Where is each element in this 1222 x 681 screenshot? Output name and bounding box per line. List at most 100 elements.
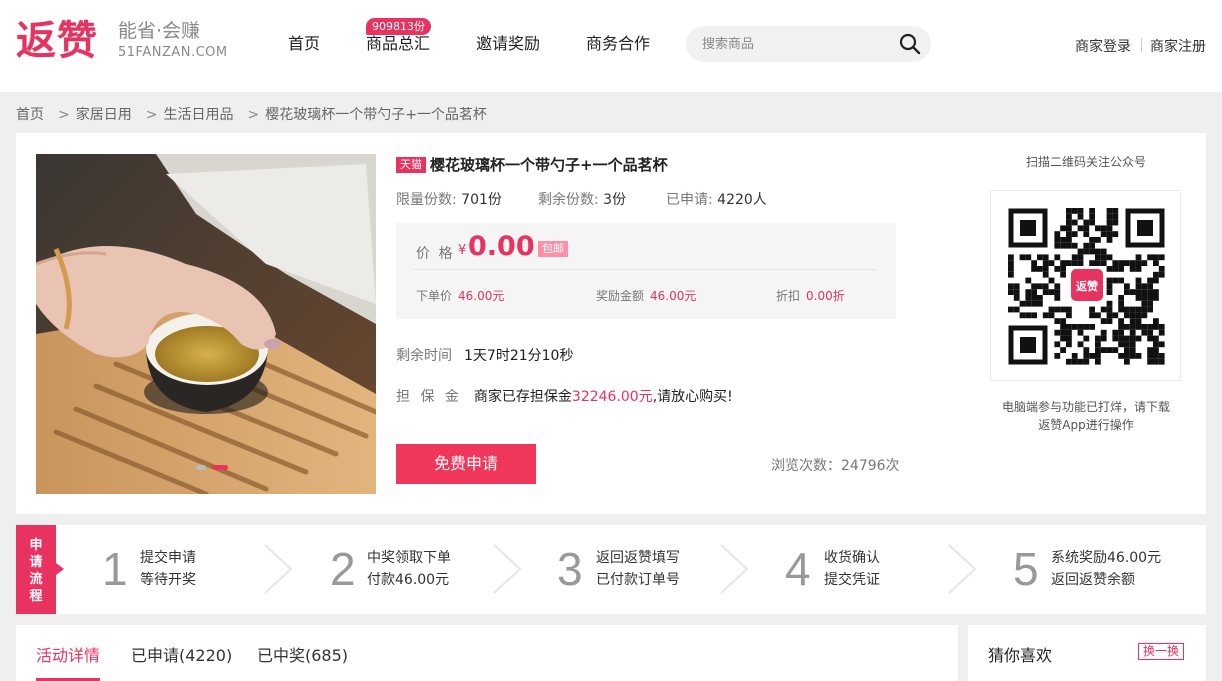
deposit-row: 担 保 金商家已存担保金32246.00元,请放心购买! [396,386,733,406]
discount-label: 折扣 [776,289,801,303]
qr-code: 返赞 [990,190,1181,381]
step-line2: 提交凭证 [824,572,880,588]
step-number: 3 [557,543,583,595]
step-line2: 已付款订单号 [596,572,680,588]
deposit-prefix: 商家已存担保金 [473,389,572,405]
reward-amount: 奖励金额 46.00元 [596,287,696,304]
step-line2: 等待开奖 [140,572,196,588]
step-number: 5 [1013,543,1039,595]
breadcrumb-home[interactable]: 首页 [16,107,44,123]
deposit-label: 担 保 金 [396,389,462,405]
process-tag-char: 程 [29,589,43,604]
step-line1: 提交申请 [140,550,196,566]
time-remaining-label: 剩余时间 [396,348,452,364]
reward-label: 奖励金额 [596,289,645,303]
search-box [686,26,931,62]
header-divider [1141,38,1142,52]
nav-products[interactable]: 商品总汇 [366,33,430,55]
remain-stat: 剩余份数: 3份 [538,189,626,209]
time-remaining-row: 剩余时间 1天7时21分10秒 [396,345,573,365]
breadcrumb: 首页 > 家居日用 > 生活日用品 > 樱花玻璃杯一个带勺子+一个品茗杯 [16,106,493,124]
reward-value: 46.00元 [650,289,697,303]
limit-label: 限量份数: [396,192,457,208]
applied-stat: 已申请: 4220人 [666,189,767,209]
chevron-right-icon [264,544,293,594]
process-tag-char: 申 [29,538,43,553]
price-currency: ¥ [458,243,467,258]
product-image[interactable] [36,154,376,494]
chevron-right-icon [948,544,977,594]
step-line1: 收货确认 [824,550,880,566]
qr-logo-text: 返赞 [1076,279,1098,293]
product-title-row: 天猫 樱花玻璃杯一个带勺子+一个品茗杯 [396,154,668,178]
qr-code-image: 返赞 [1008,208,1165,365]
nav-home[interactable]: 首页 [288,33,320,55]
apply-free-button[interactable]: 免费申请 [396,444,536,484]
process-tag-char: 请 [29,555,43,570]
step-text: 中奖领取下单 付款46.00元 [367,547,451,591]
step-line1: 中奖领取下单 [367,550,451,566]
time-remaining-value: 1天7时21分10秒 [464,348,574,364]
process-tag-char: 流 [29,572,43,587]
qr-note-line2: 返赞App进行操作 [1038,418,1134,432]
view-count: 浏览次数：24796次 [771,458,900,474]
search-icon[interactable] [898,32,922,56]
logo-mark[interactable]: 返赞 [16,18,98,64]
step-text: 提交申请 等待开奖 [140,547,196,591]
breadcrumb-subcategory[interactable]: 生活日用品 [163,107,233,123]
qr-title: 扫描二维码关注公众号 [1025,155,1146,169]
merchant-register-link[interactable]: 商家注册 [1150,36,1206,56]
price-value: 0.00 [468,231,535,262]
product-photo [36,154,376,494]
price-divider [414,269,876,270]
remain-value: 3份 [603,192,627,208]
process-tag: 申 请 流 程 [16,525,56,614]
step-line1: 系统奖励46.00元 [1051,550,1162,566]
step-number: 4 [785,543,811,595]
limit-stat: 限量份数: 701份 [396,189,502,209]
tab-activity-details[interactable]: 活动详情 [36,642,100,666]
step-text: 收货确认 提交凭证 [824,547,880,591]
order-price-value: 46.00元 [458,289,505,303]
order-price-label: 下单价 [416,289,453,303]
remain-label: 剩余份数: [538,192,599,208]
step-number: 1 [102,543,128,595]
logo-slogan: 能省·会赚 [118,20,201,42]
merchant-login-link[interactable]: 商家登录 [1075,36,1131,56]
nav-invite-rewards[interactable]: 邀请奖励 [476,33,540,55]
qr-note-line1: 电脑端参与功能已打烊，请下载 [1001,400,1170,414]
deposit-amount: 32246.00元 [571,389,653,405]
product-panel: 天猫 樱花玻璃杯一个带勺子+一个品茗杯 限量份数: 701份 剩余份数: 3份 已… [16,133,1206,514]
search-input[interactable] [702,34,892,54]
refresh-recommendations-button[interactable]: 换一换 [1138,643,1185,660]
breadcrumb-separator: > [58,107,70,123]
logo-domain: 51FANZAN.COM [118,45,228,60]
platform-tag: 天猫 [396,157,426,173]
step-line1: 返回返赞填写 [596,550,680,566]
carousel-dot-active[interactable] [212,465,228,470]
recommendations-title: 猜你喜欢 [988,646,1053,665]
discount-value: 0.00折 [806,289,845,303]
chevron-right-icon [720,544,749,594]
applied-value: 4220人 [717,192,767,208]
free-shipping-badge: 包邮 [538,241,568,257]
tab-applied[interactable]: 已申请(4220) [131,642,232,666]
nav-business[interactable]: 商务合作 [586,33,650,55]
order-price: 下单价 46.00元 [416,287,504,304]
breadcrumb-separator: > [247,107,260,123]
breadcrumb-separator: > [145,107,158,123]
price-label: 价 格 [416,246,455,262]
breadcrumb-category[interactable]: 家居日用 [76,107,132,123]
applied-label: 已申请: [666,192,713,208]
step-text: 返回返赞填写 已付款订单号 [596,547,680,591]
site-header: 返赞 能省·会赚 51FANZAN.COM 首页 909813份 商品总汇 邀请… [0,0,1222,92]
tab-winners[interactable]: 已中奖(685) [257,642,348,666]
process-tag-arrow [56,563,64,575]
detail-tabs: 活动详情 已申请(4220) 已中奖(685) [16,625,958,681]
step-line2: 返回返赞余额 [1051,572,1135,588]
carousel-dot[interactable] [196,465,206,470]
recommendations-panel: 猜你喜欢 换一换 [968,625,1206,681]
breadcrumb-current: 樱花玻璃杯一个带勺子+一个品茗杯 [265,107,487,123]
chevron-right-icon [493,544,522,594]
application-process: 申 请 流 程 1 提交申请 等待开奖 2 中奖领取下单 付款46.00元 3 返回… [16,525,1206,614]
